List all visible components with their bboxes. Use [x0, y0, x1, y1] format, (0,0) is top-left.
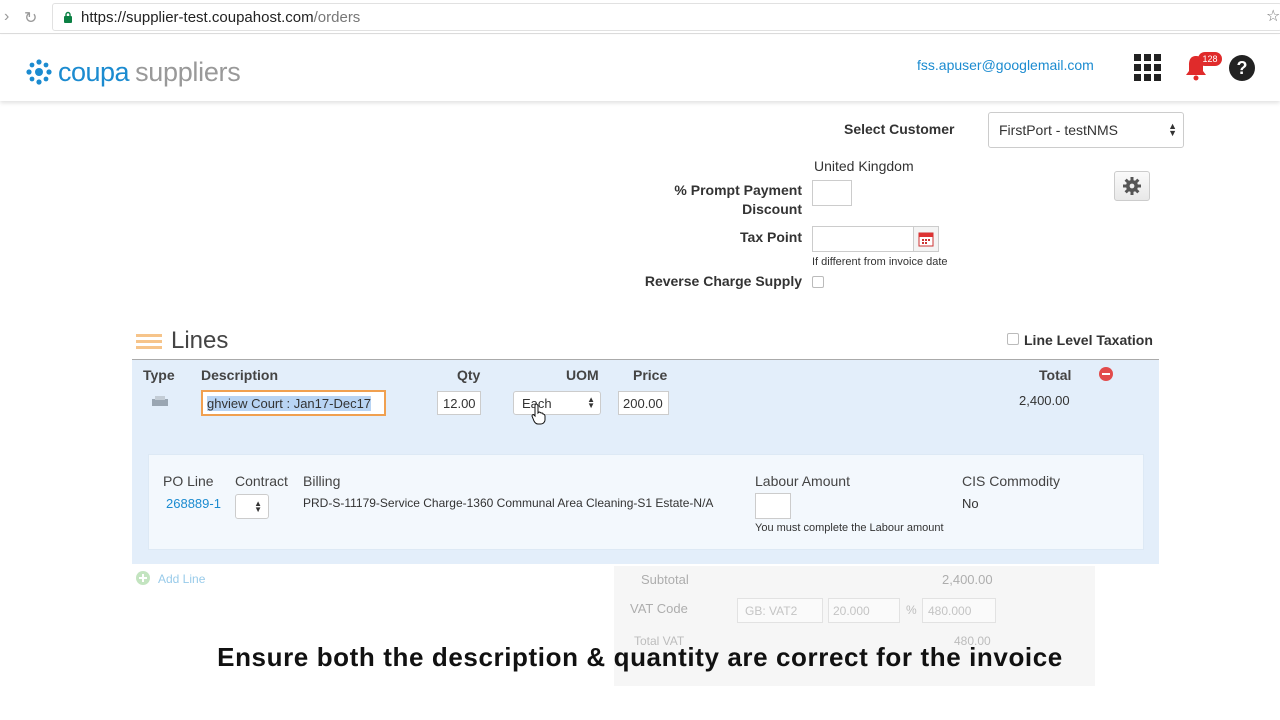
- calendar-button[interactable]: [913, 226, 939, 252]
- reverse-charge-supply-checkbox[interactable]: [812, 276, 824, 288]
- line-level-taxation-label: Line Level Taxation: [1024, 332, 1153, 348]
- tax-point-hint: If different from invoice date: [812, 256, 948, 268]
- select-arrows-icon: ▲ ▼: [1168, 121, 1177, 138]
- bookmark-star-icon[interactable]: ☆: [1266, 6, 1280, 26]
- prompt-payment-discount-input[interactable]: [812, 180, 852, 206]
- help-icon[interactable]: ?: [1228, 54, 1256, 82]
- vat-code-label: VAT Code: [630, 601, 688, 616]
- vat-rate-input[interactable]: 20.000: [828, 598, 900, 623]
- customer-select[interactable]: FirstPort - testNMS ▲ ▼: [988, 112, 1184, 148]
- billing-value: PRD-S-11179-Service Charge-1360 Communal…: [303, 496, 714, 510]
- logo-word-coupa: coupa: [58, 56, 130, 87]
- labour-amount-input[interactable]: [755, 493, 791, 519]
- description-input[interactable]: ghview Court : Jan17-Dec17: [201, 390, 386, 416]
- vat-amount-input[interactable]: 480.000: [922, 598, 996, 623]
- reload-icon[interactable]: ↻: [24, 8, 37, 28]
- quantity-input[interactable]: 12.00: [437, 391, 481, 415]
- select-arrows-icon: ▲ ▼: [587, 395, 595, 410]
- apps-grid-icon[interactable]: [1134, 54, 1162, 82]
- settings-button[interactable]: [1114, 171, 1150, 201]
- subtotal-value: 2,400.00: [942, 572, 993, 587]
- back-arrow-icon[interactable]: ›: [4, 8, 9, 26]
- tax-point-input[interactable]: [812, 226, 914, 252]
- country-text: United Kingdom: [814, 158, 914, 174]
- percent-sign: %: [906, 603, 917, 617]
- billing-label: Billing: [303, 473, 341, 489]
- address-bar[interactable]: https://supplier-test.coupahost.com/orde…: [52, 3, 1280, 31]
- uom-select[interactable]: Each ▲ ▼: [513, 391, 601, 415]
- po-line-link[interactable]: 268889-1: [166, 496, 221, 511]
- calendar-icon: [918, 232, 934, 247]
- logo-word-suppliers: suppliers: [135, 56, 241, 87]
- add-line-icon[interactable]: [136, 571, 150, 585]
- user-email-link[interactable]: fss.apuser@googlemail.com: [917, 57, 1094, 73]
- tax-point-label: Tax Point: [740, 229, 802, 245]
- quantity-input-value: 12.00: [443, 396, 476, 411]
- reverse-charge-supply-label: Reverse Charge Supply: [644, 273, 802, 289]
- price-input[interactable]: 200.00: [618, 391, 669, 415]
- lines-list-icon: [136, 334, 162, 349]
- column-header-description: Description: [201, 367, 279, 383]
- prompt-payment-discount-label: % Prompt Payment Discount: [674, 182, 802, 217]
- contract-select[interactable]: ▲ ▼: [235, 494, 269, 519]
- svg-text:?: ?: [1237, 58, 1248, 78]
- cis-commodity-value: No: [962, 496, 979, 511]
- column-header-price: Price: [633, 367, 668, 383]
- gear-icon: [1123, 177, 1141, 195]
- line-type-icon[interactable]: [151, 395, 169, 407]
- column-header-total: Total: [1039, 367, 1072, 383]
- labour-amount-label: Labour Amount: [755, 473, 850, 489]
- lock-icon: [64, 11, 72, 23]
- select-arrows-icon: ▲ ▼: [254, 499, 262, 514]
- remove-line-icon[interactable]: [1099, 367, 1113, 381]
- line-level-taxation-checkbox[interactable]: [1007, 333, 1019, 345]
- column-header-qty: Qty: [457, 367, 481, 383]
- url-text: https://supplier-test.coupahost.com/orde…: [81, 9, 361, 26]
- coupa-snowflake-icon: [26, 59, 52, 85]
- line-total-value: 2,400.00: [1019, 393, 1070, 408]
- cis-commodity-label: CIS Commodity: [962, 473, 1061, 489]
- vat-amount-value: 480.000: [928, 604, 972, 618]
- po-line-label: PO Line: [163, 473, 214, 489]
- contract-label: Contract: [235, 473, 288, 489]
- hand-cursor-icon: [531, 403, 546, 425]
- price-input-value: 200.00: [623, 396, 663, 411]
- lines-title: Lines: [171, 327, 229, 354]
- labour-amount-hint: You must complete the Labour amount: [755, 522, 944, 534]
- browser-toolbar: › ↻ https://supplier-test.coupahost.com/…: [0, 0, 1280, 34]
- notification-count-badge: 128: [1198, 52, 1222, 66]
- vat-code-value: GB: VAT2: [745, 604, 798, 618]
- customer-select-value: FirstPort - testNMS: [999, 122, 1119, 138]
- column-header-type: Type: [143, 367, 175, 383]
- subtotal-label: Subtotal: [641, 572, 689, 587]
- column-header-uom: UOM: [566, 367, 599, 383]
- vat-code-select[interactable]: GB: VAT2: [737, 598, 823, 623]
- add-line-link[interactable]: Add Line: [158, 572, 205, 586]
- tutorial-caption: Ensure both the description & quantity a…: [217, 642, 1063, 672]
- coupa-suppliers-logo[interactable]: coupa suppliers: [24, 56, 241, 87]
- description-input-value: ghview Court : Jan17-Dec17: [207, 396, 372, 411]
- vat-rate-value: 20.000: [833, 604, 870, 618]
- select-customer-label: Select Customer: [844, 121, 955, 137]
- app-header: coupa suppliers fss.apuser@googlemail.co…: [0, 35, 1280, 101]
